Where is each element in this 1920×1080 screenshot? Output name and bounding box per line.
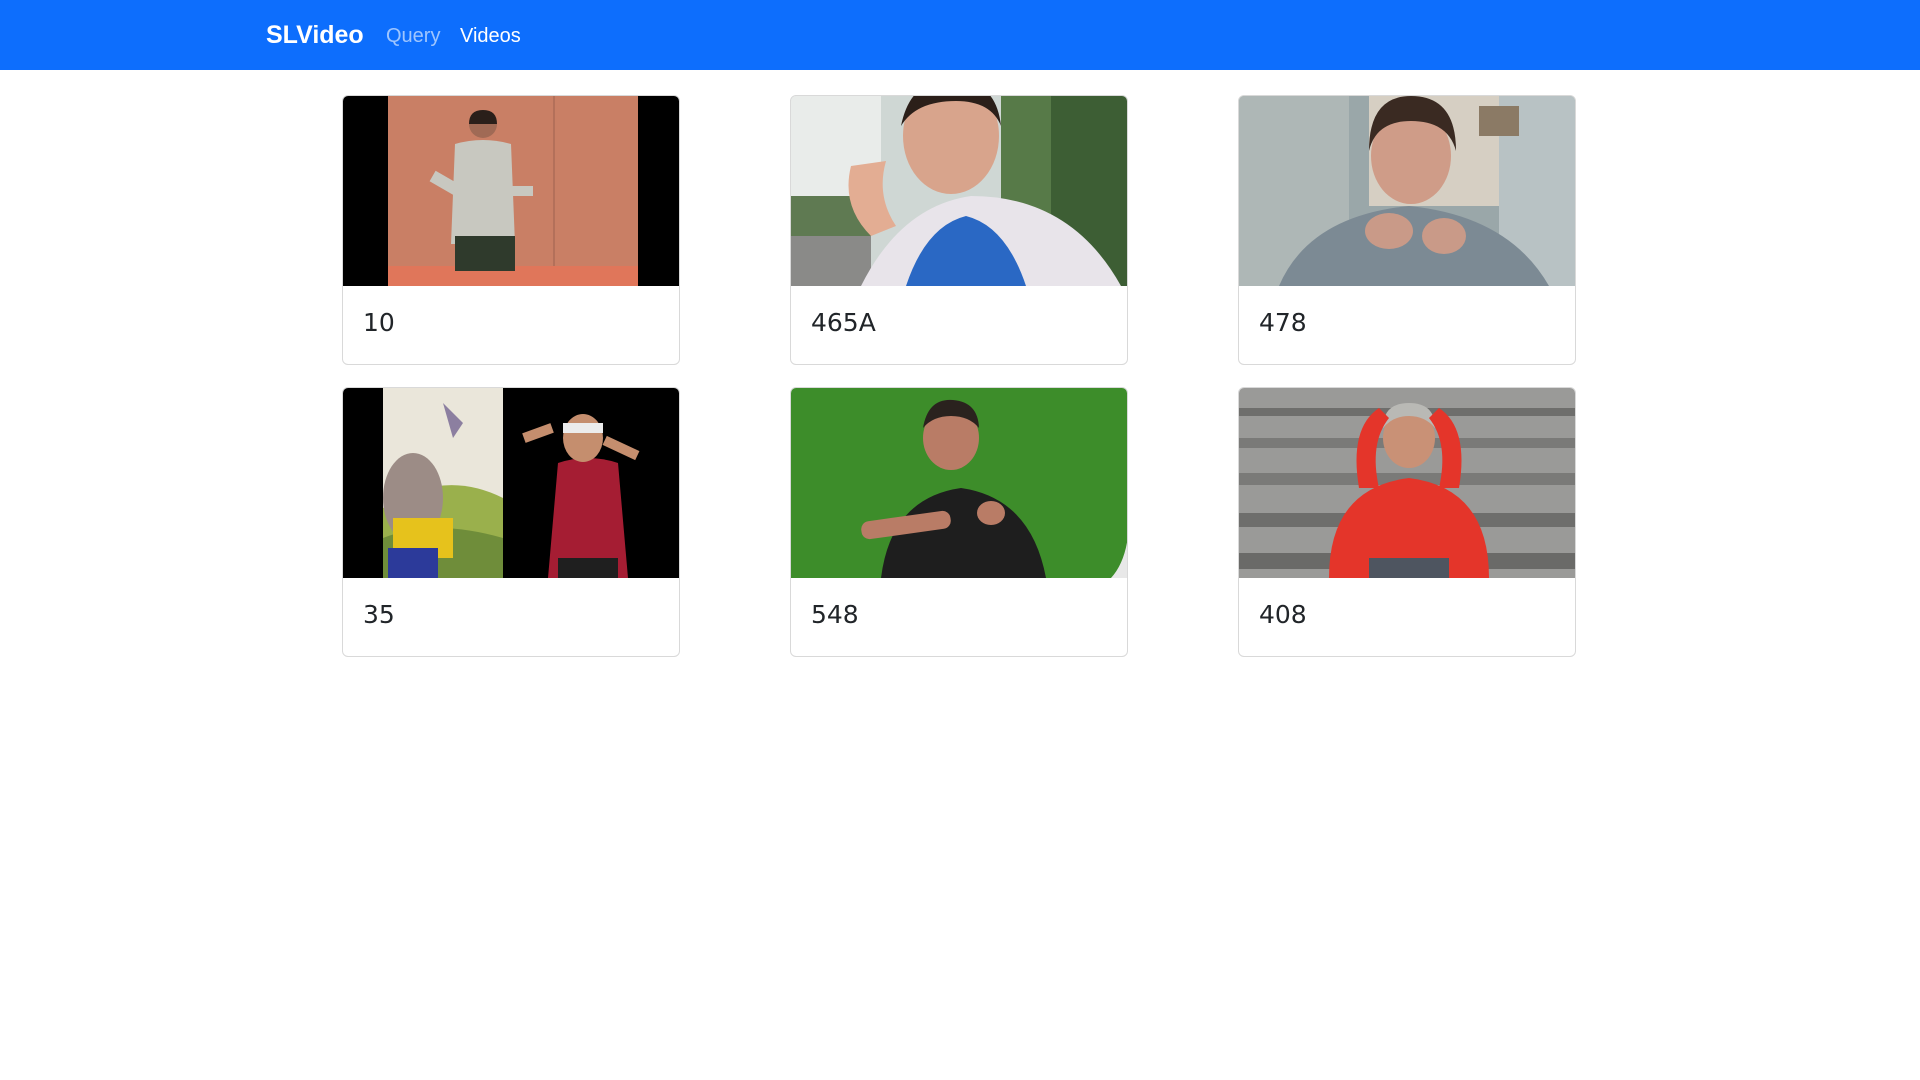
video-card[interactable]: 465A [790, 95, 1128, 365]
video-card[interactable]: 408 [1238, 387, 1576, 657]
video-card[interactable]: 478 [1238, 95, 1576, 365]
video-card[interactable]: 10 [342, 95, 680, 365]
video-title: 465A [811, 308, 876, 337]
video-title: 478 [1259, 308, 1307, 337]
video-card[interactable]: 548 [790, 387, 1128, 657]
brand-logo[interactable]: SLVideo [266, 0, 364, 70]
video-title: 35 [363, 600, 395, 629]
video-thumbnail[interactable] [343, 96, 679, 286]
video-thumbnail[interactable] [1239, 388, 1575, 578]
video-title: 548 [811, 600, 859, 629]
video-thumbnail[interactable] [343, 388, 679, 578]
video-thumbnail[interactable] [791, 96, 1127, 286]
top-navbar: SLVideo Query Videos [0, 0, 1920, 70]
video-title: 408 [1259, 600, 1307, 629]
nav-link-query[interactable]: Query [386, 0, 440, 70]
video-thumbnail[interactable] [791, 388, 1127, 578]
video-card[interactable]: 35 [342, 387, 680, 657]
video-thumbnail[interactable] [1239, 96, 1575, 286]
video-title: 10 [363, 308, 395, 337]
nav-link-videos[interactable]: Videos [460, 0, 521, 70]
video-grid: 10 465A 478 35 548 408 [342, 95, 1580, 660]
